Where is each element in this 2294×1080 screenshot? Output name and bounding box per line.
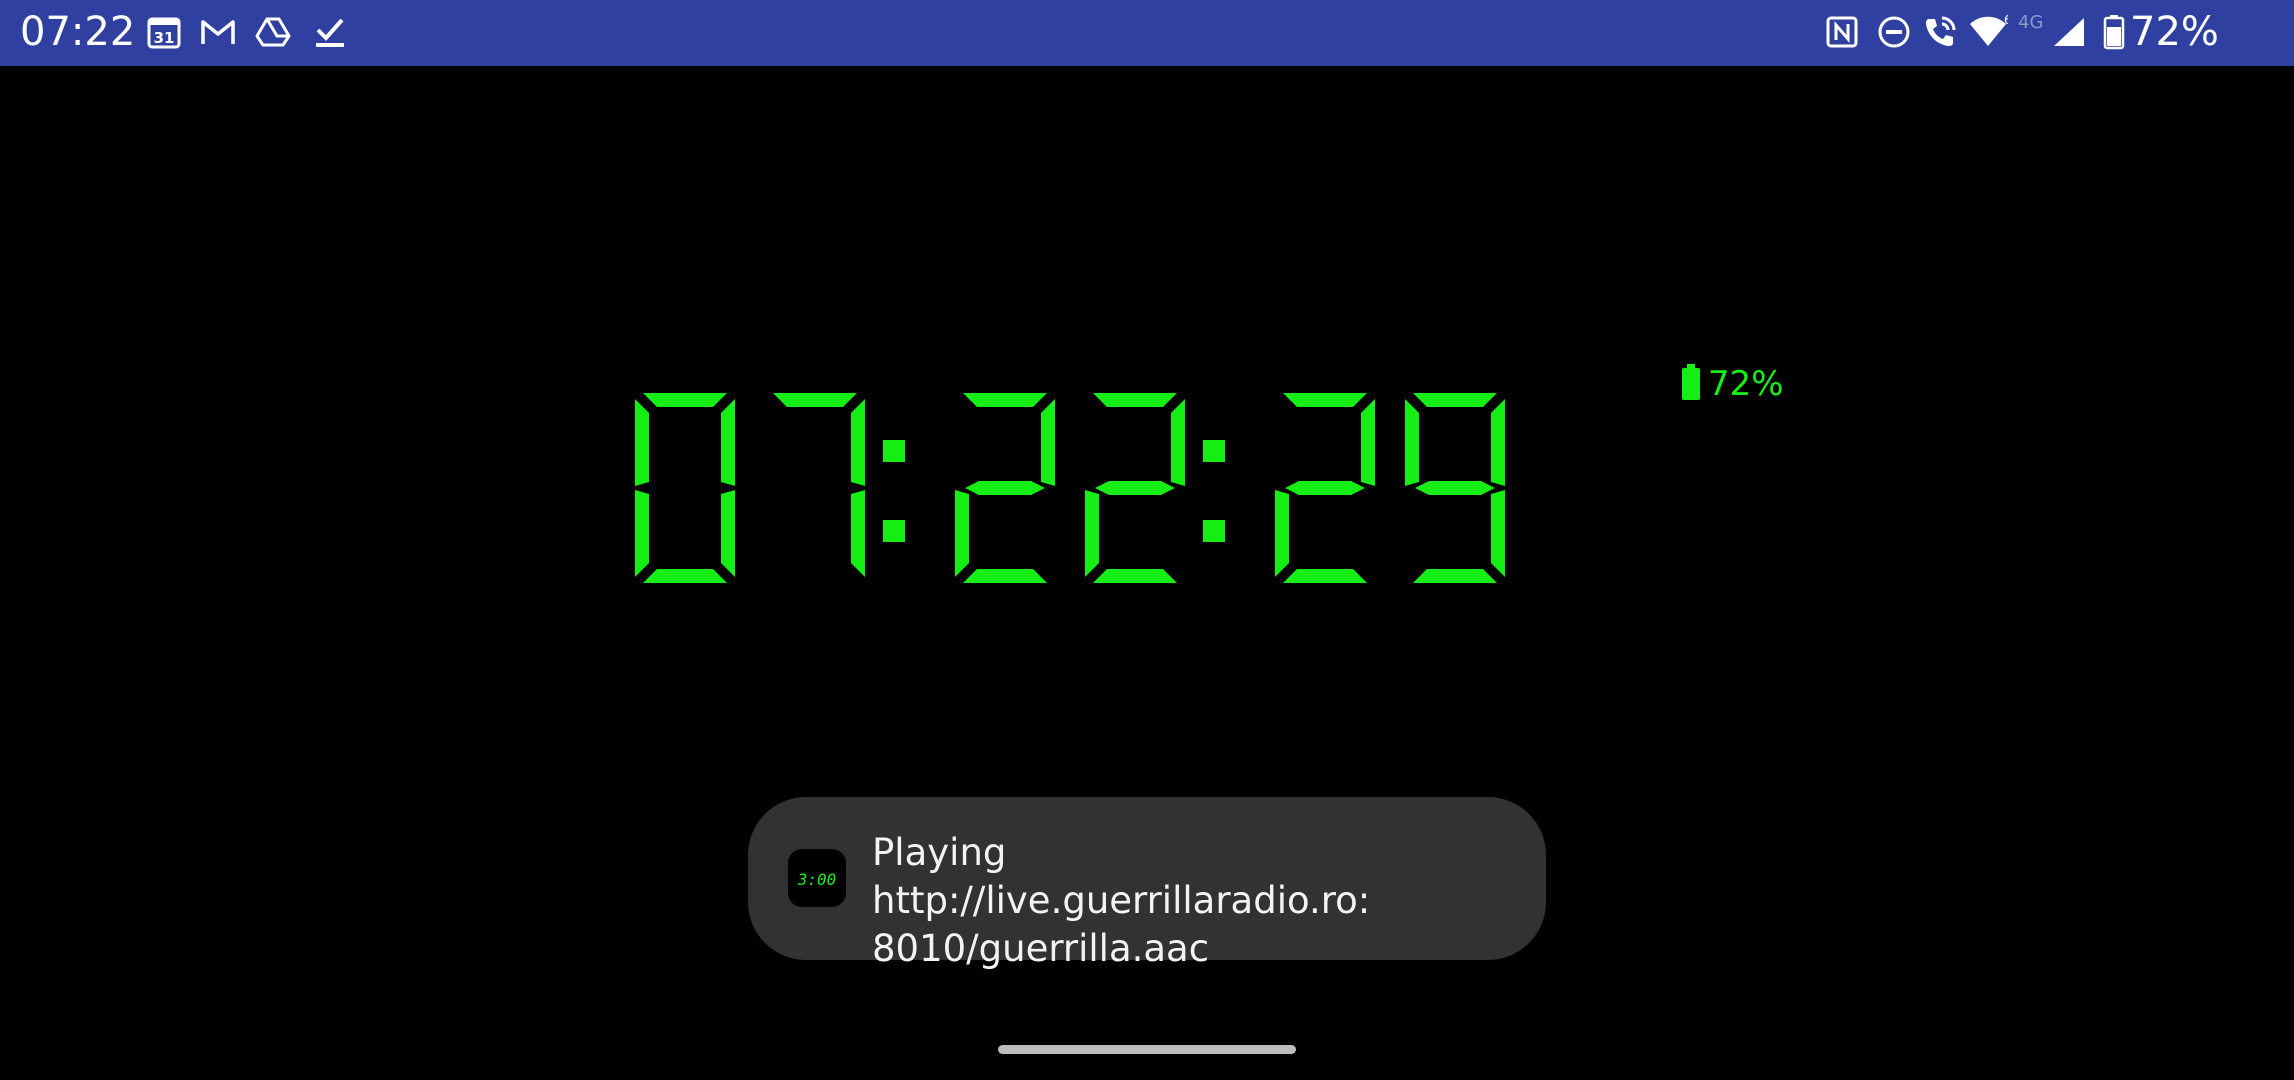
calendar-icon: 31	[146, 14, 182, 50]
tasks-icon	[312, 14, 348, 50]
drive-icon	[255, 14, 291, 50]
clock-segment-a	[963, 393, 1047, 407]
clock-hour-digit-2	[773, 393, 865, 577]
status-battery-percent: 72%	[2130, 9, 2219, 55]
clock-segment-d	[963, 569, 1047, 583]
clock-minute-digit-1	[955, 393, 1055, 583]
clock-segment-c	[1491, 490, 1505, 577]
clock-second-digit-1	[1275, 393, 1375, 583]
wifi-icon: 6	[1968, 13, 2012, 50]
gmail-icon	[200, 14, 236, 50]
app-icon-text: 3:00	[797, 870, 837, 889]
clock-segment-d	[1093, 569, 1177, 583]
clock-segment-d	[1413, 569, 1497, 583]
clock-segment-d	[643, 569, 727, 583]
clock-segment-a	[1413, 393, 1497, 407]
gesture-nav-handle[interactable]	[998, 1045, 1296, 1054]
clock-segment-a	[1093, 393, 1177, 407]
clock-colon-1	[883, 440, 905, 542]
clock-segment-d	[1283, 569, 1367, 583]
clock-segment-b	[1041, 399, 1055, 486]
clock-segment-b	[1361, 399, 1375, 486]
clock-segment-e	[1275, 490, 1289, 577]
battery-indicator-text: 72%	[1708, 364, 1784, 404]
battery-icon	[2102, 14, 2126, 50]
clock-segment-g	[1415, 481, 1495, 495]
clock-second-digit-2	[1405, 393, 1505, 583]
clock-segment-e	[635, 490, 649, 577]
clock-segment-a	[643, 393, 727, 407]
clock-colon-dot	[1203, 440, 1225, 462]
clock-hour-digit-1	[635, 393, 735, 583]
toast-notification: 3:00 Playing http://live.guerrillaradio.…	[748, 797, 1546, 970]
status-bar: 07:22 31 6 4G 72%	[0, 0, 2294, 66]
network-type-label: 4G	[2018, 12, 2044, 33]
svg-text:6: 6	[2004, 14, 2008, 27]
clock-segment-b	[1171, 399, 1185, 486]
toast-message: Playing http://live.guerrillaradio.ro: 8…	[872, 831, 1371, 970]
app-icon: 3:00	[788, 849, 846, 907]
calendar-icon-label: 31	[154, 29, 175, 47]
clock-colon-dot	[883, 520, 905, 542]
clock-colon-dot	[1203, 520, 1225, 542]
clock-colon-dot	[883, 440, 905, 462]
signal-icon	[2050, 14, 2086, 50]
clock-display	[635, 393, 1505, 583]
clock-segment-g	[1095, 481, 1175, 495]
clock-segment-a	[1283, 393, 1367, 407]
clock-segment-f	[1405, 399, 1419, 486]
clock-segment-c	[721, 490, 735, 577]
clock-minute-digit-2	[1085, 393, 1185, 583]
battery-indicator-icon	[1682, 364, 1700, 400]
clock-segment-g	[965, 481, 1045, 495]
do-not-disturb-icon	[1876, 14, 1912, 50]
clock-segment-g	[1285, 481, 1365, 495]
clock-segment-c	[851, 490, 865, 577]
clock-segment-b	[721, 399, 735, 486]
clock-segment-b	[1491, 399, 1505, 486]
status-time: 07:22	[20, 9, 136, 55]
wifi-calling-icon	[1922, 14, 1958, 50]
clock-segment-f	[635, 399, 649, 486]
clock-colon-2	[1203, 440, 1225, 542]
clock-segment-e	[1085, 490, 1099, 577]
clock-segment-e	[955, 490, 969, 577]
digital-clock	[630, 388, 1670, 588]
clock-segment-b	[851, 399, 865, 486]
nfc-icon	[1824, 14, 1860, 50]
clock-segment-a	[773, 393, 857, 407]
